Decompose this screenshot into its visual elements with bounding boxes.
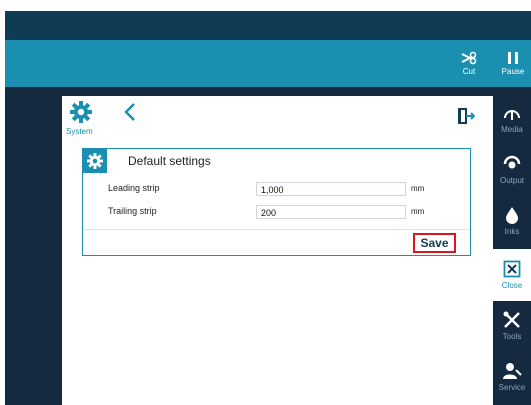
card-title: Default settings [128, 154, 211, 168]
sidebar-item-close[interactable]: Close [493, 249, 531, 301]
tools-icon [503, 311, 520, 328]
media-icon [504, 110, 520, 120]
cut-label: Cut [462, 67, 476, 76]
top-toolbar: Cut Pause [5, 40, 531, 87]
save-button[interactable]: Save [413, 233, 456, 253]
sidebar-label-service: Service [498, 383, 526, 392]
card-header-icon-box [83, 149, 107, 173]
trailing-strip-input[interactable]: 200 [256, 205, 406, 219]
leading-strip-unit: mm [411, 184, 425, 193]
scissors-icon [461, 51, 477, 65]
sidebar-item-output[interactable]: Output [493, 144, 531, 196]
sidebar-item-tools[interactable]: Tools [493, 300, 531, 352]
settings-gear-icon [87, 153, 103, 169]
service-icon [503, 363, 522, 379]
ink-drop-icon [506, 207, 518, 224]
cut-button[interactable]: Cut [451, 40, 487, 87]
trailing-strip-label: Trailing strip [108, 206, 157, 216]
back-arrow-icon[interactable] [122, 102, 138, 122]
card-header: Default settings [83, 149, 470, 173]
settings-panel: System Default settings Leading strip 1,… [62, 96, 493, 405]
sidebar-item-inks[interactable]: Inks [493, 195, 531, 247]
sidebar-label-close: Close [501, 281, 523, 290]
output-icon [503, 155, 521, 169]
pause-button[interactable]: Pause [495, 40, 531, 87]
sidebar-label-output: Output [499, 176, 524, 185]
pause-label: Pause [501, 67, 525, 76]
gear-icon[interactable] [70, 101, 92, 123]
sidebar-label-media: Media [501, 125, 523, 134]
trailing-strip-unit: mm [411, 207, 425, 216]
exit-icon[interactable] [457, 107, 475, 125]
close-icon [503, 260, 521, 278]
system-label: System [66, 127, 93, 136]
pause-icon [508, 52, 518, 64]
sidebar-label-inks: Inks [504, 227, 520, 236]
title-bar [5, 11, 531, 40]
sidebar-item-service[interactable]: Service [493, 351, 531, 403]
card-divider [83, 229, 470, 230]
right-sidebar: Media Output Inks Close Tools Service [493, 87, 531, 405]
leading-strip-input[interactable]: 1,000 [256, 182, 406, 196]
leading-strip-label: Leading strip [108, 183, 160, 193]
default-settings-card: Default settings Leading strip 1,000 mm … [82, 148, 471, 256]
sidebar-item-media[interactable]: Media [493, 93, 531, 145]
sidebar-label-tools: Tools [502, 332, 522, 341]
